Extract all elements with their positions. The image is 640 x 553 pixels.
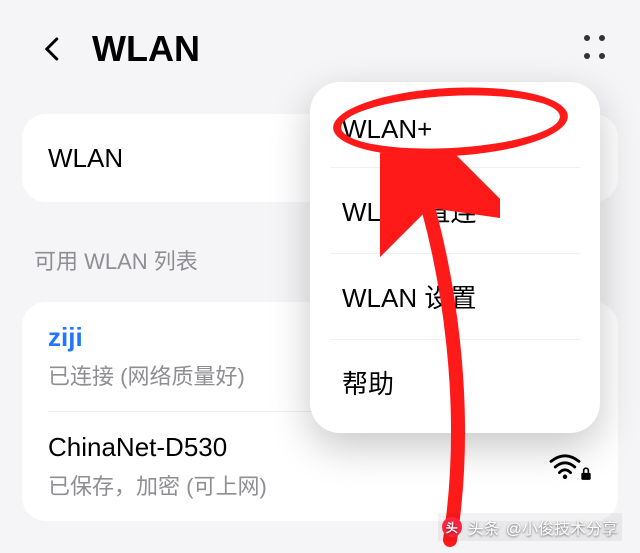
- toutiao-logo-icon: 头: [442, 517, 462, 537]
- menu-item-help[interactable]: 帮助: [330, 339, 580, 425]
- wifi-signal-icon: [548, 453, 592, 481]
- header: WLAN: [0, 0, 640, 88]
- menu-item-wlan-settings[interactable]: WLAN 设置: [330, 253, 580, 339]
- more-menu-button[interactable]: [580, 31, 610, 67]
- arrow-left-icon: [38, 34, 68, 64]
- lock-icon: [580, 467, 592, 481]
- watermark: 头 头条 @小俊技术分享: [438, 513, 622, 541]
- page-title: WLAN: [92, 28, 580, 70]
- watermark-author: @小俊技术分享: [506, 515, 618, 539]
- watermark-prefix: 头条: [468, 515, 500, 539]
- network-status: 已保存，加密 (可上网): [48, 469, 548, 501]
- back-button[interactable]: [34, 30, 72, 68]
- overflow-menu: WLAN+ WLAN 直连 WLAN 设置 帮助: [310, 82, 600, 433]
- network-ssid: ChinaNet-D530: [48, 432, 548, 463]
- dots-icon: [584, 35, 590, 41]
- menu-item-wlan-plus[interactable]: WLAN+: [310, 90, 600, 167]
- menu-item-wlan-direct[interactable]: WLAN 直连: [330, 167, 580, 253]
